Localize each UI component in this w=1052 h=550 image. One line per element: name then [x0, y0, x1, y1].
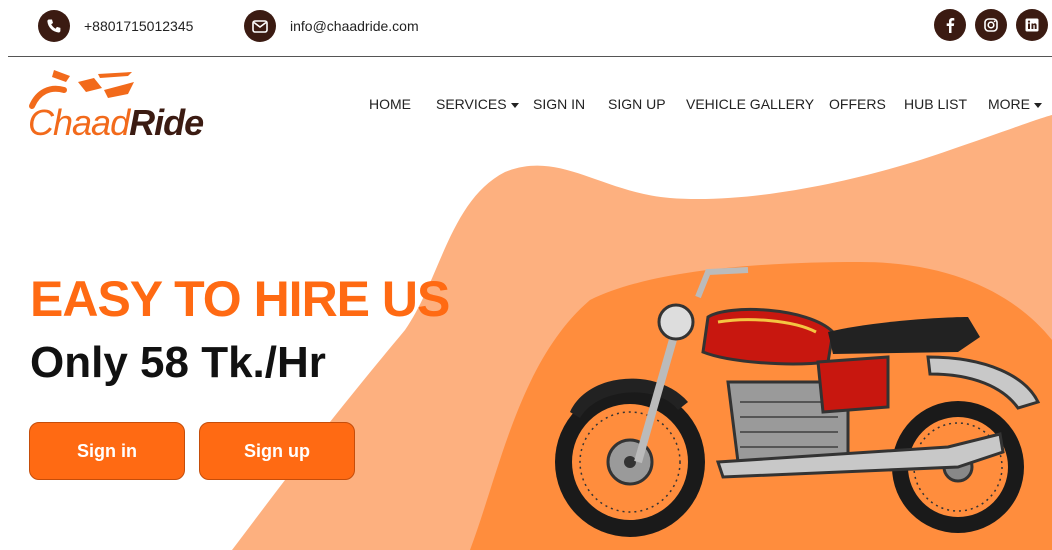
linkedin-icon[interactable]: [1016, 9, 1048, 41]
side-cover: [816, 355, 890, 414]
envelope-icon: [244, 10, 276, 42]
nav-services-label: SERVICES: [436, 96, 507, 112]
hero-price: Only 58 Tk./Hr: [30, 338, 326, 387]
instagram-icon[interactable]: [975, 9, 1007, 41]
facebook-icon[interactable]: [934, 9, 966, 41]
nav-services[interactable]: SERVICES: [436, 96, 519, 112]
email-address: info@chaadride.com: [290, 18, 419, 34]
hero-sign-in-button[interactable]: Sign in: [29, 422, 185, 480]
top-contact-bar: +8801715012345 info@chaadride.com: [0, 0, 1052, 57]
rear-fender: [926, 355, 1041, 410]
nav-sign-in[interactable]: SIGN IN: [533, 96, 585, 112]
motorcycle-illustration: [555, 267, 1041, 537]
nav-more[interactable]: MORE: [988, 96, 1042, 112]
main-navigation: HOME SERVICES SIGN IN SIGN UP VEHICLE GA…: [0, 96, 1052, 114]
email-contact[interactable]: info@chaadride.com: [244, 9, 419, 43]
caret-down-icon: [510, 102, 519, 108]
nav-sign-up[interactable]: SIGN UP: [608, 96, 666, 112]
phone-number: +8801715012345: [84, 18, 194, 34]
phone-contact[interactable]: +8801715012345: [38, 9, 193, 43]
nav-more-label: MORE: [988, 96, 1030, 112]
seat: [828, 317, 980, 354]
nav-offers[interactable]: OFFERS: [829, 96, 886, 112]
nav-vehicle-gallery[interactable]: VEHICLE GALLERY: [686, 96, 814, 112]
nav-hub-list[interactable]: HUB LIST: [904, 96, 967, 112]
hero-headline: EASY TO HIRE US: [30, 271, 450, 327]
handlebar: [695, 267, 749, 299]
caret-down-icon: [1034, 102, 1042, 108]
headlight: [657, 303, 695, 341]
fuel-tank: [701, 308, 835, 366]
topbar-divider: [8, 56, 1052, 57]
nav-home[interactable]: HOME: [369, 96, 411, 112]
hero-sign-up-button[interactable]: Sign up: [199, 422, 355, 480]
phone-icon: [38, 10, 70, 42]
